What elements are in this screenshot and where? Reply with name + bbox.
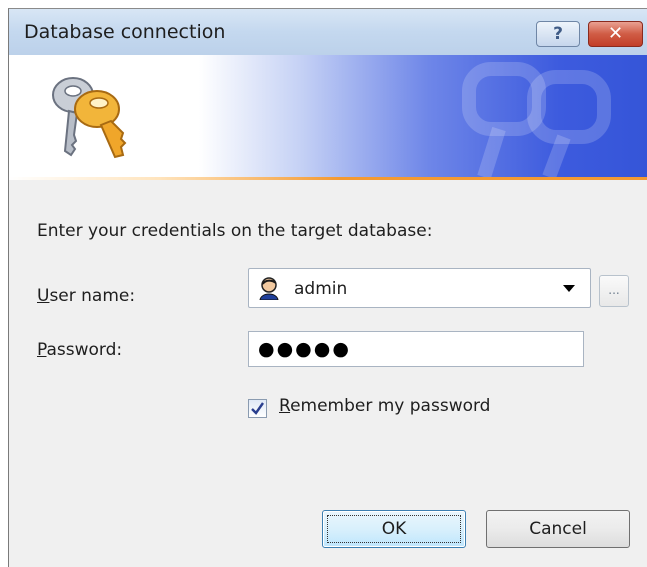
dialog-content: Enter your credentials on the target dat…	[9, 180, 647, 567]
keys-icon	[52, 77, 127, 159]
password-label: Password:	[37, 340, 122, 360]
username-label-rest: ser name:	[49, 286, 136, 306]
password-field[interactable]: ●●●●●	[248, 331, 584, 367]
username-label: User name:	[37, 286, 135, 306]
header-banner	[9, 55, 647, 177]
password-masked-value: ●●●●●	[258, 338, 351, 360]
password-label-rest: assword:	[46, 340, 123, 360]
help-button[interactable]: ?	[536, 21, 580, 47]
database-connection-dialog: Database connection ? ✕ Enter your crede…	[8, 8, 647, 567]
remember-label-accelerator: R	[279, 396, 291, 416]
instruction-text: Enter your credentials on the target dat…	[37, 221, 433, 241]
title-bar: Database connection ? ✕	[9, 9, 647, 55]
chevron-down-icon[interactable]	[562, 283, 576, 293]
close-button[interactable]: ✕	[588, 21, 643, 47]
remember-password-label[interactable]: Remember my password	[279, 396, 490, 416]
password-label-accelerator: P	[37, 340, 47, 360]
cancel-button[interactable]: Cancel	[486, 510, 630, 548]
username-value: admin	[294, 279, 348, 299]
keys-watermark-icon	[462, 62, 611, 177]
checkmark-icon	[251, 402, 264, 415]
remember-label-rest: emember my password	[290, 396, 491, 416]
remember-password-checkbox[interactable]	[248, 399, 267, 418]
window-title: Database connection	[24, 21, 226, 43]
ok-button-label: OK	[381, 519, 407, 539]
username-label-accelerator: U	[37, 286, 50, 306]
user-icon	[259, 277, 279, 300]
browse-users-button[interactable]: ...	[599, 275, 629, 307]
ok-button[interactable]: OK	[322, 510, 466, 548]
username-combobox[interactable]: admin	[248, 268, 591, 308]
